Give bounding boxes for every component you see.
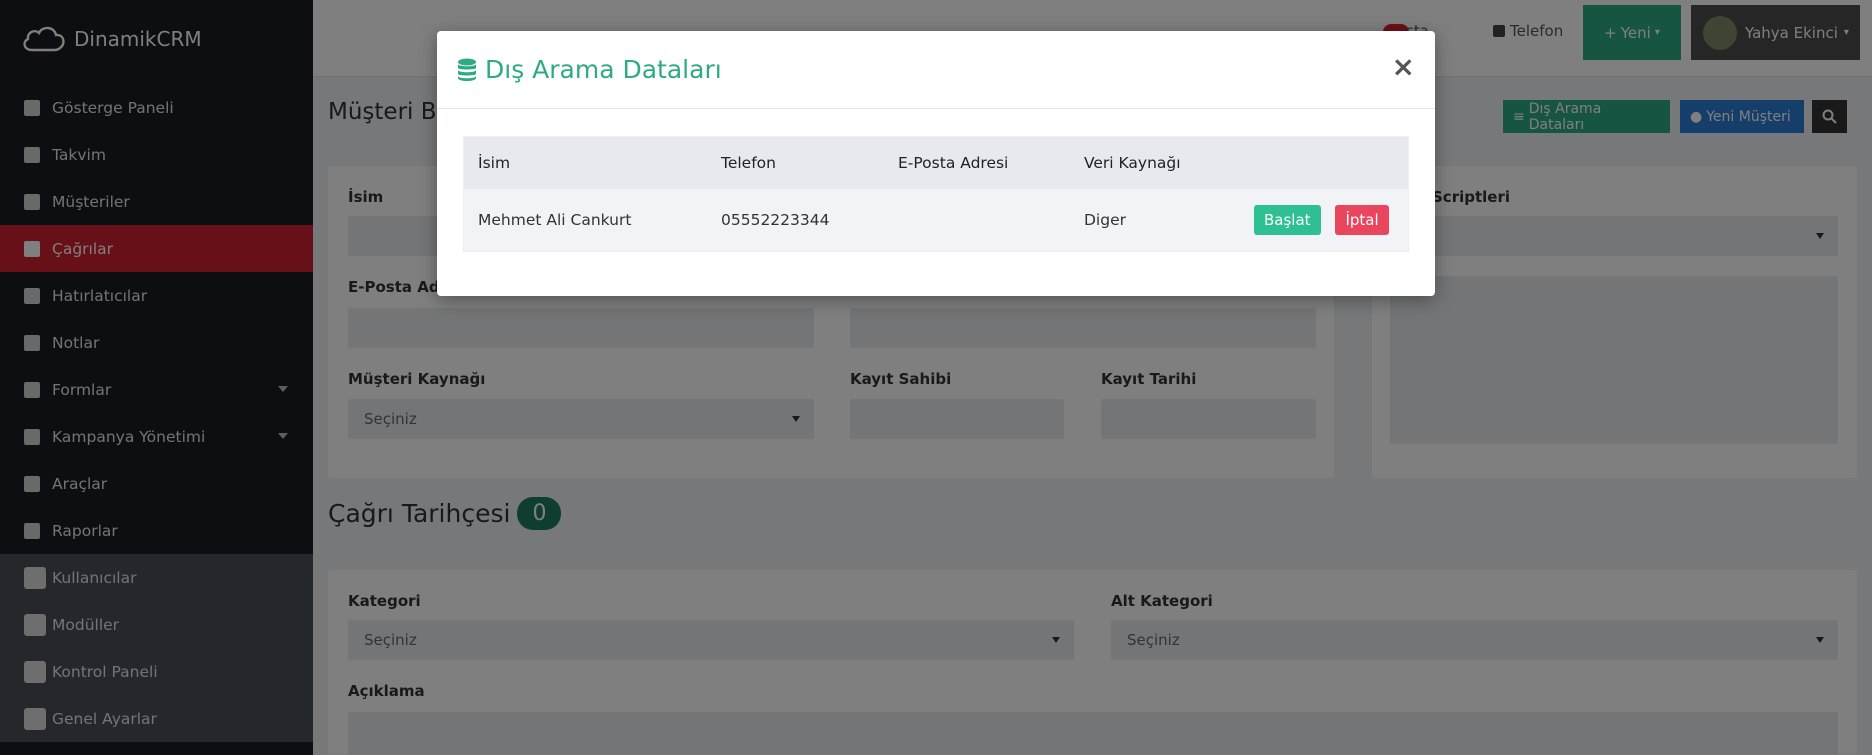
cell-email	[884, 189, 1070, 251]
external-data-table: İsim Telefon E-Posta Adresi Veri Kaynağı…	[463, 136, 1409, 252]
modal-header: Dış Arama Dataları ×	[437, 31, 1435, 109]
cell-actions: Başlat İptal	[1237, 189, 1408, 251]
column-header-email: E-Posta Adresi	[884, 137, 1070, 189]
table-row: Mehmet Ali Cankurt 05552223344 Diger Baş…	[464, 189, 1408, 251]
cell-phone: 05552223344	[707, 189, 884, 251]
modal-title-text: Dış Arama Dataları	[485, 55, 722, 84]
column-header-source: Veri Kaynağı	[1070, 137, 1237, 189]
column-header-phone: Telefon	[707, 137, 884, 189]
modal-body: İsim Telefon E-Posta Adresi Veri Kaynağı…	[437, 109, 1435, 252]
start-button[interactable]: Başlat	[1254, 205, 1321, 235]
column-header-name: İsim	[464, 137, 707, 189]
external-data-modal: Dış Arama Dataları × İsim Telefon E-Post…	[437, 31, 1435, 296]
cell-source: Diger	[1070, 189, 1237, 251]
modal-title: Dış Arama Dataları	[457, 55, 722, 84]
table-header-row: İsim Telefon E-Posta Adresi Veri Kaynağı	[464, 137, 1408, 189]
database-icon	[458, 58, 476, 81]
cancel-button[interactable]: İptal	[1335, 205, 1389, 235]
column-header-actions	[1237, 137, 1408, 189]
close-icon[interactable]: ×	[1392, 53, 1415, 81]
cell-name: Mehmet Ali Cankurt	[464, 189, 707, 251]
